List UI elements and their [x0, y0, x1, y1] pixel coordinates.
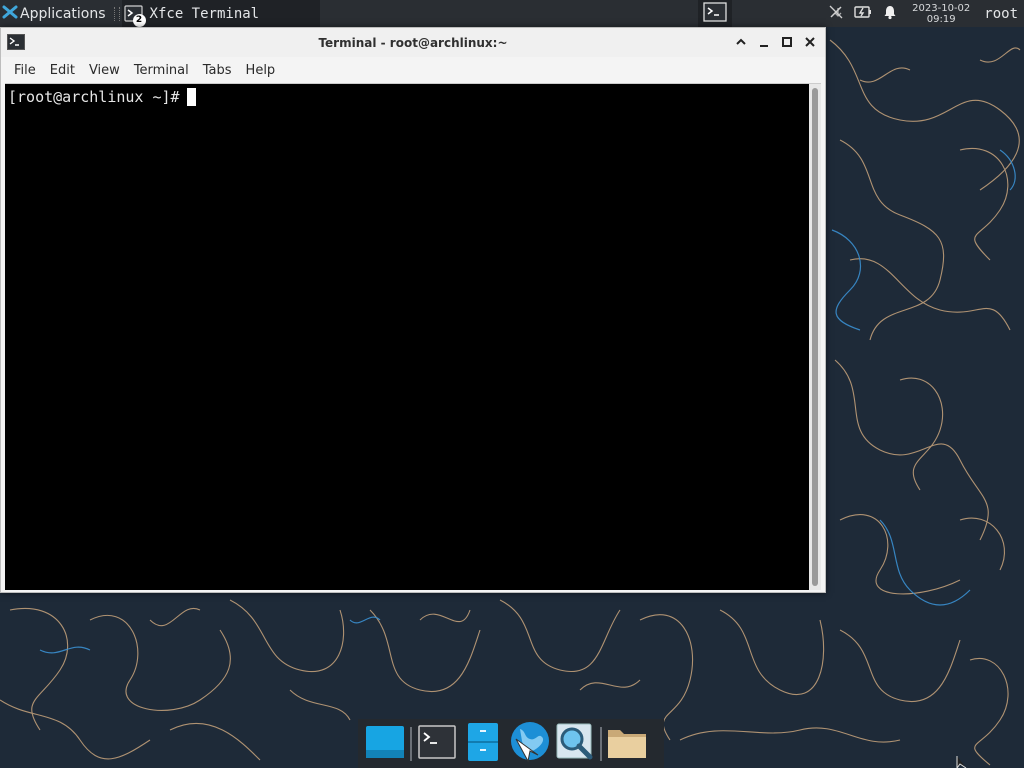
web-browser-icon: [508, 721, 550, 767]
panel-separator: [113, 6, 120, 21]
applications-menu-button[interactable]: Applications: [0, 0, 112, 27]
prompt-line: [root@archlinux ~]#: [8, 87, 806, 106]
menu-terminal[interactable]: Terminal: [127, 57, 196, 83]
taskbar-button-xfce-terminal[interactable]: 2 Xfce Terminal: [121, 0, 320, 27]
dock-app-finder[interactable]: [552, 721, 598, 767]
user-menu-label[interactable]: root: [984, 6, 1018, 22]
app-finder-icon: [555, 722, 595, 766]
menu-view[interactable]: View: [82, 57, 127, 83]
menu-file[interactable]: File: [7, 57, 43, 83]
show-desktop-icon: [365, 722, 405, 766]
battery-charging-icon[interactable]: [854, 5, 872, 23]
menu-help[interactable]: Help: [239, 57, 283, 83]
clock-time: 09:19: [926, 13, 956, 25]
dock-web-browser[interactable]: [506, 721, 552, 767]
dock-separator: [410, 726, 412, 761]
network-disconnected-icon[interactable]: [828, 4, 844, 24]
minimize-button[interactable]: [755, 32, 773, 52]
applications-menu-label: Applications: [20, 5, 106, 22]
folder-icon: [606, 724, 648, 764]
clock[interactable]: 2023-10-02 09:19: [912, 3, 970, 25]
dock-home-folder[interactable]: [604, 721, 650, 767]
dock-terminal[interactable]: [414, 721, 460, 767]
window-controls: [732, 32, 819, 52]
terminal-icon: [703, 1, 727, 26]
dock-show-desktop[interactable]: [362, 721, 408, 767]
dock-file-manager[interactable]: [460, 721, 506, 767]
close-button[interactable]: [801, 32, 819, 52]
top-panel: Applications 2 Xfce Terminal 2023-10-02 …: [0, 0, 1024, 27]
terminal-window: Terminal - root@archlinux:~ File Edit Vi…: [0, 27, 826, 593]
dock-separator: [600, 726, 602, 761]
window-titlebar[interactable]: Terminal - root@archlinux:~: [1, 28, 825, 57]
terminal-body: [root@archlinux ~]#: [5, 83, 821, 590]
menu-edit[interactable]: Edit: [43, 57, 82, 83]
terminal-launcher-button[interactable]: [698, 0, 733, 27]
terminal-screen[interactable]: [root@archlinux ~]#: [5, 84, 809, 590]
scrollbar-thumb[interactable]: [812, 88, 818, 586]
menu-bar: File Edit View Terminal Tabs Help: [1, 57, 825, 83]
shade-button[interactable]: [732, 32, 750, 52]
notification-bell-icon[interactable]: [882, 4, 898, 24]
shell-prompt: [root@archlinux ~]#: [8, 87, 180, 106]
menu-tabs[interactable]: Tabs: [196, 57, 239, 83]
clock-date: 2023-10-02: [912, 2, 971, 14]
file-manager-icon: [466, 722, 500, 766]
system-tray: 2023-10-02 09:19 root: [828, 3, 1024, 25]
xfce-logo-icon: [2, 4, 18, 24]
dock: [358, 719, 664, 768]
maximize-button[interactable]: [778, 32, 796, 52]
terminal-icon: [417, 724, 457, 764]
vertical-scrollbar[interactable]: [809, 84, 821, 590]
window-count-badge: 2: [132, 13, 146, 27]
window-title: Terminal - root@archlinux:~: [318, 35, 508, 50]
taskbar-button-label: Xfce Terminal: [149, 5, 260, 22]
text-cursor: [186, 87, 196, 106]
terminal-icon: 2: [123, 4, 146, 27]
